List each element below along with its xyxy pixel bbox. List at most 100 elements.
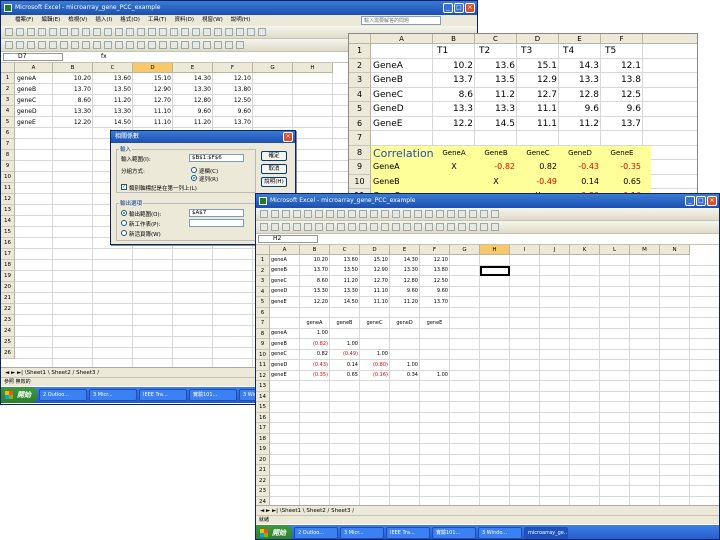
- row-header[interactable]: 6: [1, 128, 15, 139]
- table-cell[interactable]: 12.50: [215, 97, 251, 104]
- table-cell[interactable]: 13.60: [95, 75, 131, 82]
- correlation-cell[interactable]: geneD: [271, 362, 298, 368]
- correlation-cell[interactable]: geneC: [271, 351, 298, 357]
- table-cell[interactable]: 11.10: [361, 288, 388, 294]
- toolbar-button[interactable]: [403, 223, 411, 231]
- row-header[interactable]: 11: [256, 360, 270, 371]
- toolbar-button[interactable]: [181, 41, 189, 49]
- taskbar-item[interactable]: 實驗101...: [432, 527, 476, 539]
- taskbar-item[interactable]: 3 Windo...: [478, 527, 522, 539]
- maximize-icon[interactable]: □: [454, 3, 464, 13]
- toolbar-button[interactable]: [115, 41, 123, 49]
- correlation-cell[interactable]: 1.00: [421, 372, 448, 378]
- table-cell[interactable]: geneC: [17, 97, 51, 104]
- table-cell[interactable]: 13.30: [391, 267, 418, 273]
- row-header[interactable]: 2: [256, 265, 270, 276]
- table-cell[interactable]: geneA: [17, 75, 51, 82]
- row-header[interactable]: 8: [1, 150, 15, 161]
- row-header[interactable]: 21: [256, 465, 270, 476]
- toolbar-button[interactable]: [315, 223, 323, 231]
- toolbar-button[interactable]: [247, 28, 255, 36]
- toolbar-button[interactable]: [282, 210, 290, 218]
- start-button[interactable]: 開始: [256, 525, 292, 539]
- row-header[interactable]: 24: [256, 496, 270, 505]
- correlation-cell[interactable]: geneB: [271, 341, 298, 347]
- toolbar-button[interactable]: [304, 210, 312, 218]
- toolbar-button[interactable]: [414, 223, 422, 231]
- dialog-close-icon[interactable]: ×: [283, 132, 293, 142]
- table-cell[interactable]: 9.60: [421, 288, 448, 294]
- table-cell[interactable]: geneE: [271, 299, 298, 305]
- correlation-cell[interactable]: (0.49): [331, 351, 358, 357]
- row-header[interactable]: 23: [1, 315, 15, 326]
- window-title-bar[interactable]: Microsoft Excel - microarray_gene_PCC_ex…: [256, 194, 719, 208]
- table-cell[interactable]: 11.10: [361, 299, 388, 305]
- table-cell[interactable]: 8.60: [55, 97, 91, 104]
- toolbar-button[interactable]: [425, 223, 433, 231]
- column-header[interactable]: L: [600, 245, 630, 255]
- toolbar-button[interactable]: [282, 223, 290, 231]
- toolbar-button[interactable]: [447, 210, 455, 218]
- row-header[interactable]: 13: [1, 205, 15, 216]
- radio-new-sheet[interactable]: [121, 220, 127, 226]
- table-cell[interactable]: 10.20: [55, 75, 91, 82]
- toolbar-button[interactable]: [304, 223, 312, 231]
- row-header[interactable]: 4: [1, 106, 15, 117]
- row-header[interactable]: 22: [256, 475, 270, 486]
- toolbar-button[interactable]: [480, 223, 488, 231]
- menu-item[interactable]: 視窗(W): [202, 15, 223, 26]
- correlation-cell[interactable]: 1.00: [361, 351, 388, 357]
- row-header[interactable]: 13: [256, 381, 270, 392]
- column-header[interactable]: F: [213, 63, 253, 73]
- row-header[interactable]: 19: [256, 444, 270, 455]
- dialog-title-bar[interactable]: 相關係數 ×: [111, 131, 295, 143]
- close-icon[interactable]: ×: [707, 196, 717, 206]
- correlation-column-label[interactable]: geneB: [331, 320, 358, 326]
- labels-checkbox[interactable]: ✓: [121, 184, 127, 190]
- minimize-icon[interactable]: _: [685, 196, 695, 206]
- row-header[interactable]: 25: [1, 337, 15, 348]
- toolbar-button[interactable]: [403, 210, 411, 218]
- table-cell[interactable]: 13.60: [331, 257, 358, 263]
- toolbar-button[interactable]: [60, 41, 68, 49]
- row-header[interactable]: 8: [256, 328, 270, 339]
- worksheet-grid[interactable]: A B C D E F G H I J K L M N 1 2 3 4 5 6 7 8 9 10 11 12 13 14 15 16 17 1…: [256, 245, 719, 505]
- toolbar-button[interactable]: [159, 41, 167, 49]
- table-cell[interactable]: 9.60: [175, 108, 211, 115]
- toolbar-button[interactable]: [469, 223, 477, 231]
- toolbar-button[interactable]: [49, 41, 57, 49]
- menu-item[interactable]: 資料(D): [175, 15, 195, 26]
- row-header[interactable]: 2: [1, 84, 15, 95]
- menu-item[interactable]: 工具(T): [148, 15, 167, 26]
- correlation-cell[interactable]: (0.80): [361, 362, 388, 368]
- name-box[interactable]: H2: [258, 235, 318, 243]
- toolbar-button[interactable]: [370, 210, 378, 218]
- toolbar-button[interactable]: [104, 28, 112, 36]
- menu-item[interactable]: 插入(I): [95, 15, 112, 26]
- toolbar-button[interactable]: [359, 210, 367, 218]
- table-cell[interactable]: 12.50: [421, 278, 448, 284]
- toolbar-button[interactable]: [469, 210, 477, 218]
- table-cell[interactable]: 15.10: [135, 75, 171, 82]
- toolbar-button[interactable]: [49, 28, 57, 36]
- toolbar-button[interactable]: [491, 210, 499, 218]
- toolbar-button[interactable]: [192, 41, 200, 49]
- table-cell[interactable]: 11.20: [175, 119, 211, 126]
- toolbar-button[interactable]: [148, 41, 156, 49]
- toolbar-button[interactable]: [337, 210, 345, 218]
- row-header[interactable]: 1: [256, 255, 270, 266]
- table-cell[interactable]: 13.30: [55, 108, 91, 115]
- toolbar-button[interactable]: [359, 223, 367, 231]
- toolbar-button[interactable]: [315, 210, 323, 218]
- table-cell[interactable]: 11.10: [135, 119, 171, 126]
- table-cell[interactable]: geneE: [17, 119, 51, 126]
- toolbar-button[interactable]: [326, 210, 334, 218]
- column-header[interactable]: M: [630, 245, 660, 255]
- toolbar-button[interactable]: [225, 28, 233, 36]
- toolbar-button[interactable]: [203, 41, 211, 49]
- column-header[interactable]: G: [253, 63, 293, 73]
- toolbar-button[interactable]: [126, 28, 134, 36]
- correlation-cell[interactable]: 1.00: [391, 362, 418, 368]
- table-cell[interactable]: 9.60: [391, 288, 418, 294]
- toolbar-button[interactable]: [348, 210, 356, 218]
